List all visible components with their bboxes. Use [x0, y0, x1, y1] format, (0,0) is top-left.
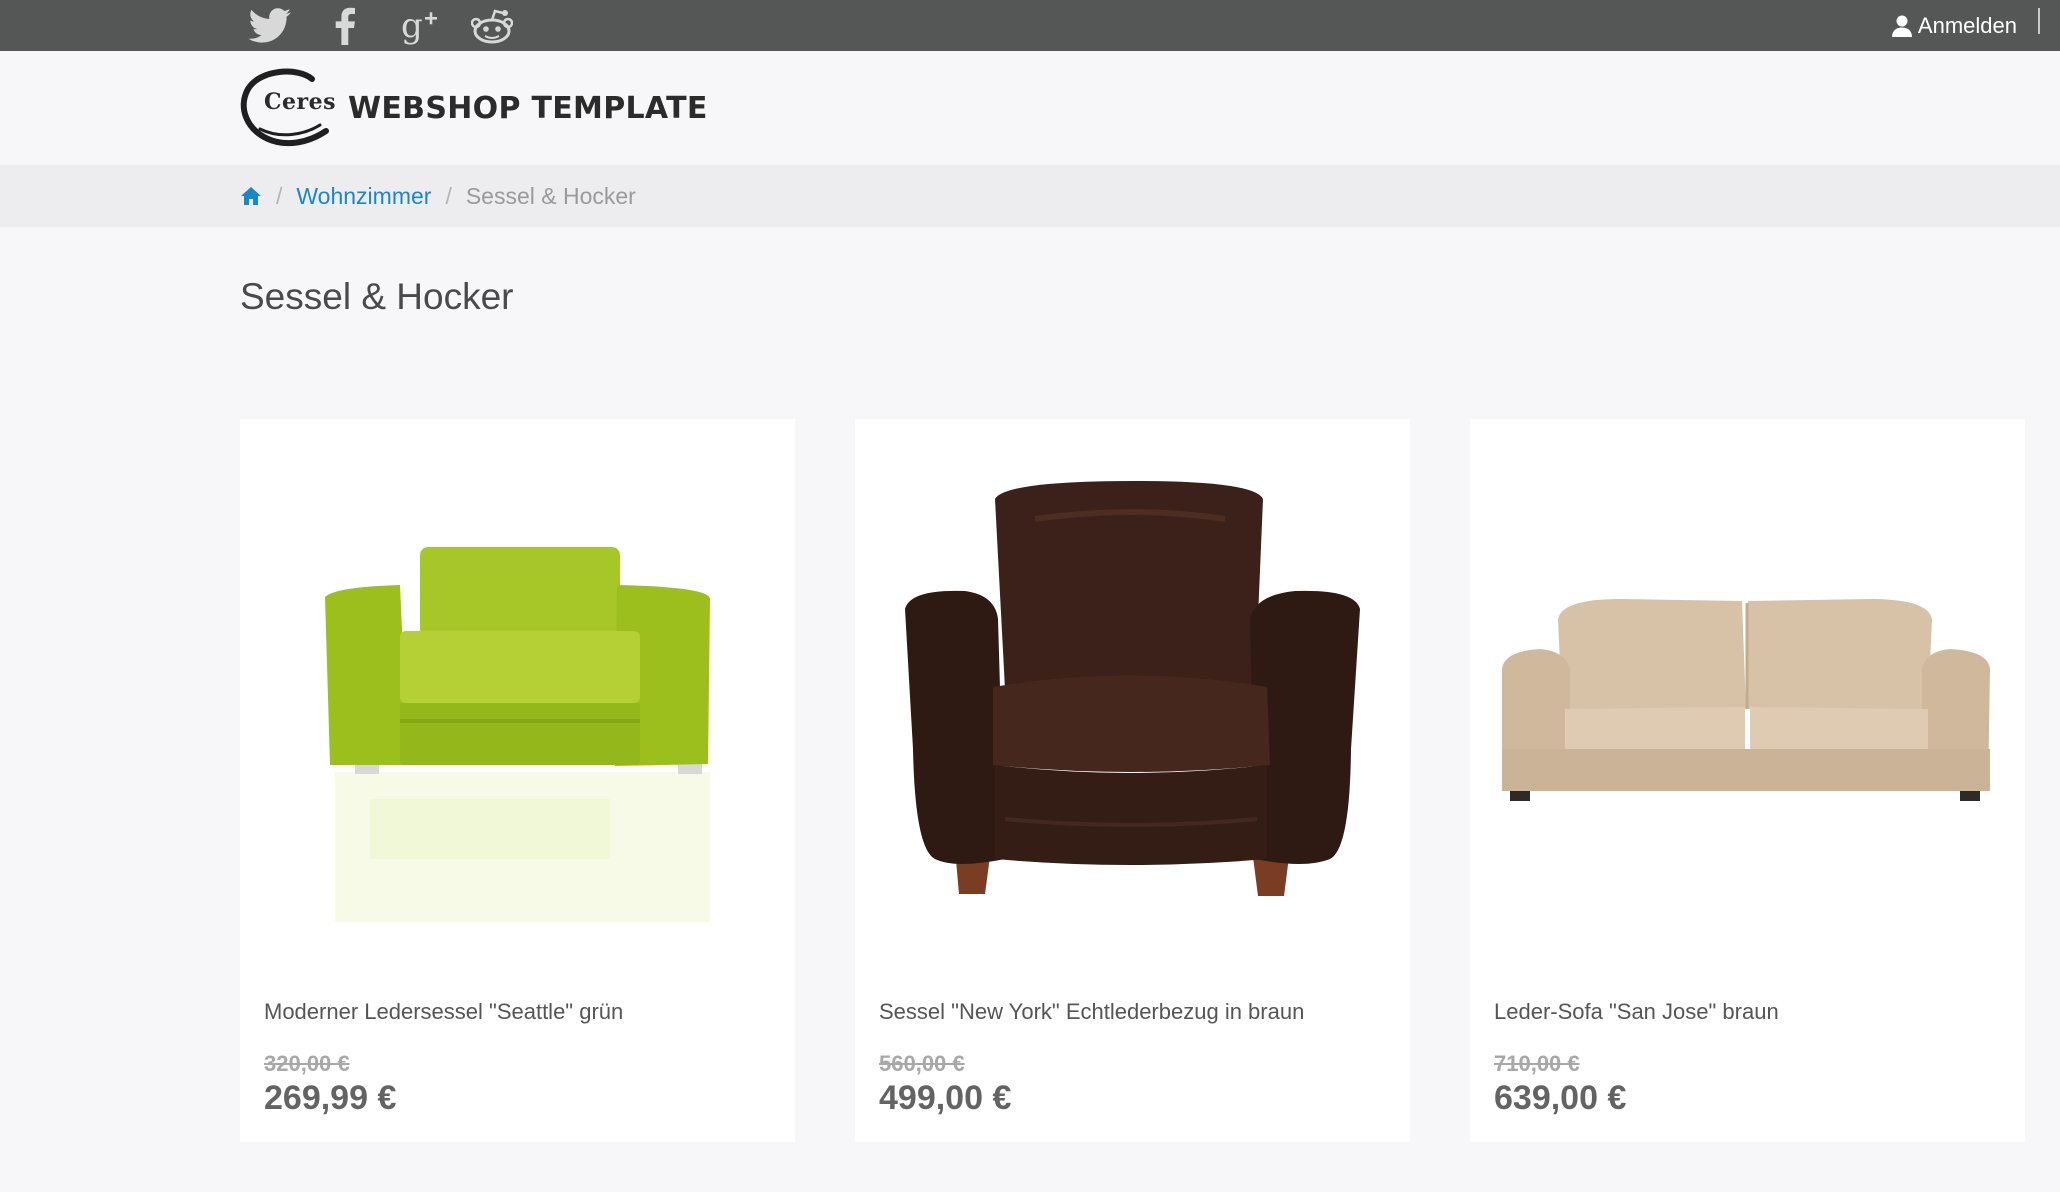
home-icon[interactable]	[240, 186, 262, 206]
beige-leather-sofa-image[interactable]	[1470, 419, 2025, 959]
product-card[interactable]: Leder-Sofa "San Jose" braun 710,00 € 639…	[1470, 419, 2025, 1142]
product-old-price: 560,00 €	[879, 1051, 965, 1076]
page-title: Sessel & Hocker	[240, 276, 514, 317]
product-card[interactable]: Sessel "New York" Echtlederbezug in brau…	[855, 419, 1410, 1142]
twitter-icon[interactable]	[244, 0, 296, 51]
product-old-price: 710,00 €	[1494, 1051, 1580, 1076]
breadcrumb: / Wohnzimmer / Sessel & Hocker	[240, 165, 636, 227]
top-bar-divider	[2038, 8, 2040, 34]
logo-text: Ceres	[264, 89, 336, 115]
user-icon	[1891, 15, 1912, 37]
product-name[interactable]: Leder-Sofa "San Jose" braun	[1494, 999, 1779, 1025]
green-armchair-image[interactable]	[240, 419, 795, 959]
svg-text:g: g	[401, 7, 423, 45]
site-header: Ceres WEBSHOP TEMPLATE	[0, 51, 2060, 165]
breadcrumb-bar: / Wohnzimmer / Sessel & Hocker	[0, 165, 2060, 227]
reddit-icon[interactable]	[470, 0, 514, 51]
ceres-logo: Ceres	[240, 67, 336, 149]
login-label: Anmelden	[1917, 12, 2017, 38]
google-plus-icon[interactable]: g	[396, 0, 442, 51]
top-bar: g Anmelden	[0, 0, 2060, 51]
facebook-icon[interactable]	[330, 0, 360, 51]
product-name[interactable]: Sessel "New York" Echtlederbezug in brau…	[879, 999, 1304, 1025]
product-old-price: 320,00 €	[264, 1051, 350, 1076]
product-price: 269,99 €	[264, 1079, 397, 1117]
breadcrumb-separator: /	[445, 182, 452, 209]
brown-leather-armchair-image[interactable]	[855, 419, 1410, 959]
brand-logo-link[interactable]: Ceres WEBSHOP TEMPLATE	[240, 67, 708, 149]
login-button[interactable]: Anmelden	[1891, 0, 2017, 51]
product-card[interactable]: Moderner Ledersessel "Seattle" grün 320,…	[240, 419, 795, 1142]
breadcrumb-item-current: Sessel & Hocker	[465, 182, 636, 209]
product-price: 639,00 €	[1494, 1079, 1627, 1117]
breadcrumb-item-wohnzimmer[interactable]: Wohnzimmer	[296, 183, 431, 210]
product-name[interactable]: Moderner Ledersessel "Seattle" grün	[264, 999, 623, 1025]
brand-name: WEBSHOP TEMPLATE	[348, 90, 708, 126]
product-price: 499,00 €	[879, 1079, 1012, 1117]
breadcrumb-separator: /	[276, 182, 283, 209]
